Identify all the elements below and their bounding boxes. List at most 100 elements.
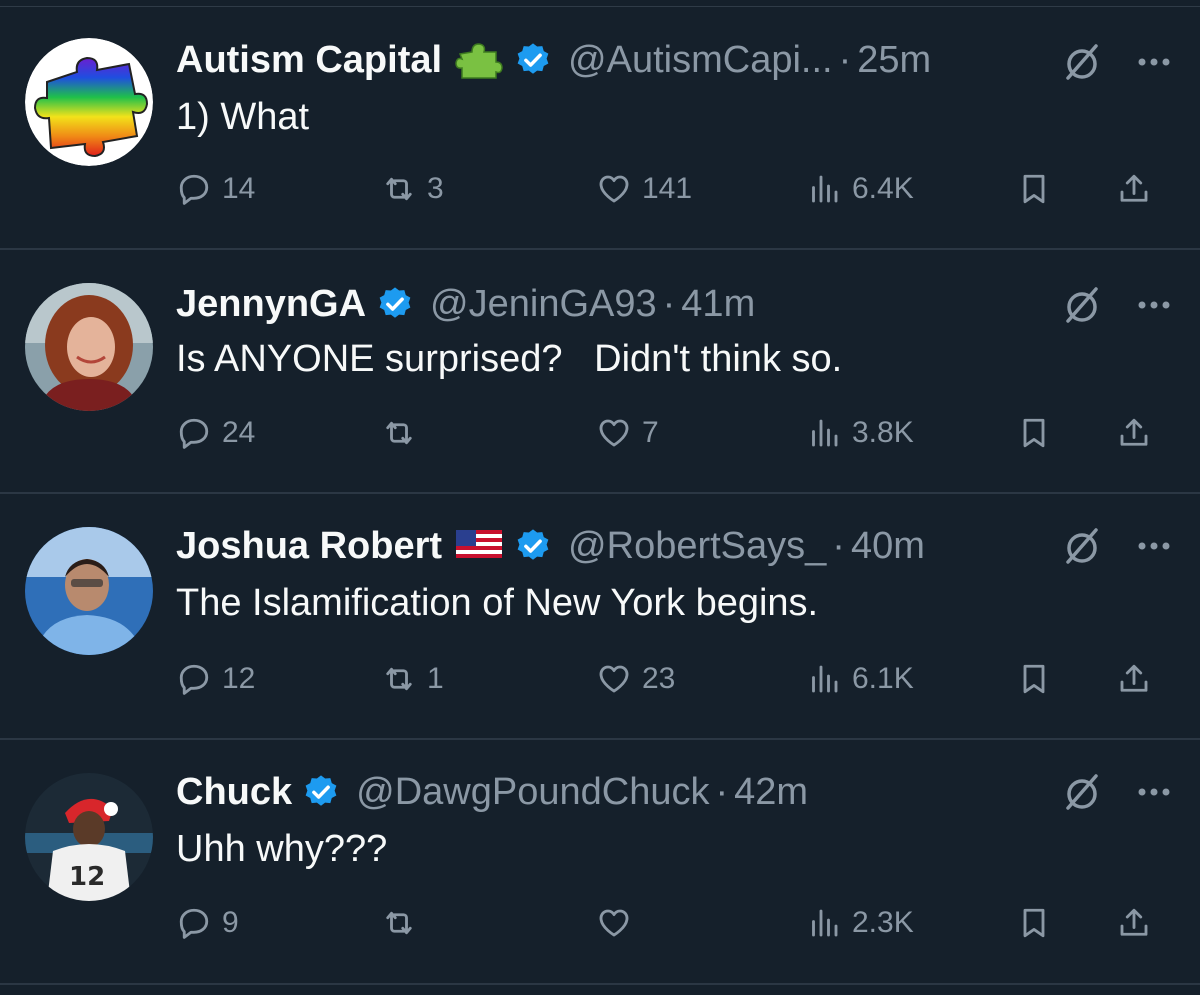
like-count: 23 bbox=[642, 662, 676, 695]
verified-badge-icon bbox=[302, 773, 340, 811]
repost-icon bbox=[386, 911, 412, 935]
repost-icon bbox=[386, 177, 412, 201]
tweet[interactable]: JennynGA @JeninGA93 · 41m Is ANYONE surp… bbox=[0, 250, 1200, 494]
tweet-feed: Autism Capital @AutismCapi... · 25m 1) W… bbox=[0, 0, 1200, 995]
tweet-text: The Islamification of New York begins. bbox=[176, 582, 819, 624]
grok-icon[interactable] bbox=[1060, 524, 1104, 568]
tweet-header: JennynGA @JeninGA93 · 41m bbox=[176, 278, 1020, 330]
bookmark-icon bbox=[1023, 908, 1045, 938]
share-button[interactable] bbox=[1116, 654, 1152, 704]
views-count: 2.3K bbox=[852, 906, 914, 939]
tweet-text: Uhh why??? bbox=[176, 828, 388, 870]
reply-button[interactable]: 9 bbox=[176, 898, 239, 948]
views-count: 3.8K bbox=[852, 416, 914, 449]
tweet[interactable]: Joshua Robert @RobertSays_ · 40m The Isl… bbox=[0, 494, 1200, 740]
views-button[interactable]: 3.8K bbox=[806, 408, 914, 458]
reply-button[interactable]: 12 bbox=[176, 654, 255, 704]
repost-count: 1 bbox=[427, 662, 444, 695]
views-bar-chart-icon bbox=[812, 665, 838, 693]
avatar[interactable] bbox=[25, 527, 153, 655]
share-button[interactable] bbox=[1116, 898, 1152, 948]
bookmark-button[interactable] bbox=[1016, 408, 1052, 458]
tweet-header: Joshua Robert @RobertSays_ · 40m bbox=[176, 520, 1020, 572]
bookmark-icon bbox=[1023, 664, 1045, 694]
grok-icon[interactable] bbox=[1060, 770, 1104, 814]
action-bar: 24 7 3.8K bbox=[176, 408, 1176, 458]
action-bar: 12 1 23 6.1K bbox=[176, 654, 1176, 704]
reply-icon bbox=[179, 908, 209, 939]
share-icon bbox=[1120, 664, 1148, 692]
like-button[interactable]: 23 bbox=[596, 654, 675, 704]
views-bar-chart-icon bbox=[812, 909, 838, 937]
more-options-icon[interactable] bbox=[1132, 283, 1176, 327]
display-name[interactable]: Autism Capital bbox=[176, 39, 442, 82]
reply-button[interactable]: 24 bbox=[176, 408, 255, 458]
tweet[interactable]: 12 Chuck @DawgPoundChuck · 42m Uhh why??… bbox=[0, 740, 1200, 985]
verified-badge-icon bbox=[376, 285, 414, 323]
tweet-header: Chuck @DawgPoundChuck · 42m bbox=[176, 766, 1020, 818]
share-button[interactable] bbox=[1116, 164, 1152, 214]
views-button[interactable]: 2.3K bbox=[806, 898, 914, 948]
more-options-icon[interactable] bbox=[1132, 524, 1176, 568]
repost-button[interactable] bbox=[381, 898, 427, 948]
tweet[interactable]: Autism Capital @AutismCapi... · 25m 1) W… bbox=[0, 6, 1200, 250]
repost-icon bbox=[386, 421, 412, 445]
heart-icon bbox=[599, 909, 629, 937]
separator-dot: · bbox=[832, 524, 845, 567]
like-button[interactable]: 141 bbox=[596, 164, 692, 214]
avatar[interactable] bbox=[25, 38, 153, 166]
display-name[interactable]: JennynGA bbox=[176, 283, 366, 326]
reply-button[interactable]: 14 bbox=[176, 164, 255, 214]
timestamp[interactable]: 40m bbox=[851, 525, 925, 568]
more-options-icon[interactable] bbox=[1132, 40, 1176, 84]
avatar[interactable] bbox=[25, 283, 153, 411]
views-button[interactable]: 6.1K bbox=[806, 654, 914, 704]
action-bar: 9 2.3K bbox=[176, 898, 1176, 948]
avatar[interactable]: 12 bbox=[25, 773, 153, 901]
bookmark-button[interactable] bbox=[1016, 164, 1052, 214]
us-flag-icon bbox=[454, 526, 504, 566]
bookmark-icon bbox=[1023, 174, 1045, 204]
tweet-text: 1) What bbox=[176, 96, 310, 138]
separator-dot: · bbox=[662, 282, 676, 325]
reply-icon bbox=[179, 174, 209, 205]
bookmark-button[interactable] bbox=[1016, 898, 1052, 948]
share-icon bbox=[1120, 174, 1148, 202]
timestamp[interactable]: 42m bbox=[734, 771, 808, 814]
bookmark-button[interactable] bbox=[1016, 654, 1052, 704]
views-bar-chart-icon bbox=[812, 419, 838, 447]
like-button[interactable] bbox=[596, 898, 642, 948]
views-count: 6.4K bbox=[852, 172, 914, 205]
reply-count: 9 bbox=[222, 906, 239, 939]
timestamp[interactable]: 41m bbox=[681, 283, 755, 326]
jersey-number: 12 bbox=[69, 862, 105, 892]
views-button[interactable]: 6.4K bbox=[806, 164, 914, 214]
more-options-icon[interactable] bbox=[1132, 770, 1176, 814]
repost-button[interactable] bbox=[381, 408, 427, 458]
reply-count: 12 bbox=[222, 662, 256, 695]
repost-button[interactable]: 1 bbox=[381, 654, 444, 704]
timestamp[interactable]: 25m bbox=[857, 39, 931, 82]
handle[interactable]: @RobertSays_ bbox=[568, 525, 826, 568]
views-bar-chart-icon bbox=[812, 175, 838, 203]
grok-icon[interactable] bbox=[1060, 283, 1104, 327]
handle[interactable]: @JeninGA93 bbox=[430, 283, 657, 326]
share-icon bbox=[1120, 908, 1148, 936]
reply-icon bbox=[179, 664, 209, 695]
handle[interactable]: @AutismCapi... bbox=[568, 39, 833, 82]
heart-icon bbox=[599, 419, 629, 447]
share-button[interactable] bbox=[1116, 408, 1152, 458]
views-count: 6.1K bbox=[852, 662, 914, 695]
like-count: 141 bbox=[642, 172, 693, 205]
display-name[interactable]: Joshua Robert bbox=[176, 525, 442, 568]
grok-icon[interactable] bbox=[1060, 40, 1104, 84]
handle[interactable]: @DawgPoundChuck bbox=[356, 771, 709, 814]
verified-badge-icon bbox=[514, 41, 552, 79]
repost-count: 3 bbox=[427, 172, 444, 205]
like-button[interactable]: 7 bbox=[596, 408, 659, 458]
action-bar: 14 3 141 6.4K bbox=[176, 164, 1176, 214]
heart-icon bbox=[599, 665, 629, 693]
display-name[interactable]: Chuck bbox=[176, 771, 292, 814]
tweet-header: Autism Capital @AutismCapi... · 25m bbox=[176, 34, 1020, 86]
repost-button[interactable]: 3 bbox=[381, 164, 444, 214]
